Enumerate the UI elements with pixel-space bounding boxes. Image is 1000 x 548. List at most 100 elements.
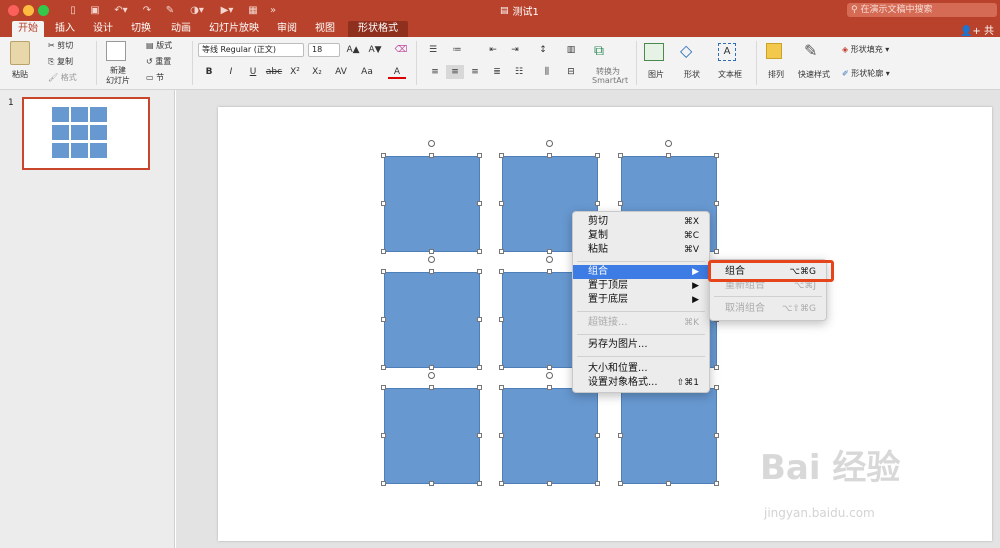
menu-item-send-to-back[interactable]: 置于底层 ▶	[573, 293, 709, 307]
minimize-window-button[interactable]	[23, 5, 34, 16]
shape-button[interactable]: 形状	[684, 69, 700, 80]
shape-outline-button[interactable]: ✐ 形状轮廓 ▾	[842, 68, 890, 79]
cut-button[interactable]: ✂ 剪切	[48, 40, 73, 51]
decrease-font-button[interactable]: A▼	[366, 43, 384, 57]
underline-button[interactable]: U	[244, 65, 262, 79]
resize-handle[interactable]	[595, 481, 600, 486]
text-direction-icon[interactable]: ⫼	[538, 65, 556, 79]
resize-handle[interactable]	[499, 153, 504, 158]
resize-handle[interactable]	[429, 365, 434, 370]
rotate-handle-icon[interactable]	[546, 372, 553, 379]
resize-handle[interactable]	[477, 481, 482, 486]
rectangle-shape[interactable]	[384, 156, 480, 252]
line-spacing-icon[interactable]: ↕	[534, 43, 552, 57]
format-painter-button[interactable]: 🖌 格式	[48, 72, 77, 83]
layout-button[interactable]: ▤ 版式	[146, 40, 172, 51]
resize-handle[interactable]	[714, 433, 719, 438]
tab-insert[interactable]: 插入	[52, 21, 78, 37]
resize-handle[interactable]	[381, 153, 386, 158]
resize-handle[interactable]	[477, 153, 482, 158]
quick-styles-button[interactable]: 快速样式	[798, 69, 830, 80]
resize-handle[interactable]	[477, 201, 482, 206]
resize-handle[interactable]	[381, 201, 386, 206]
resize-handle[interactable]	[595, 201, 600, 206]
tab-review[interactable]: 审阅	[274, 21, 300, 37]
tab-shape-format[interactable]: 形状格式	[348, 21, 408, 37]
rotate-handle-icon[interactable]	[546, 140, 553, 147]
font-name-select[interactable]: 等线 Regular (正文)	[198, 43, 304, 57]
menu-item-group[interactable]: 组合 ▶	[573, 265, 709, 279]
justify-icon[interactable]: ≣	[488, 65, 506, 79]
font-color-button[interactable]: A	[388, 65, 406, 79]
resize-handle[interactable]	[595, 433, 600, 438]
resize-handle[interactable]	[499, 385, 504, 390]
textbox-icon[interactable]: A	[718, 43, 736, 61]
bold-button[interactable]: B	[200, 65, 218, 79]
resize-handle[interactable]	[477, 269, 482, 274]
resize-handle[interactable]	[714, 365, 719, 370]
sidebar-toggle-icon[interactable]: ▯	[66, 3, 80, 17]
resize-handle[interactable]	[618, 153, 623, 158]
resize-handle[interactable]	[381, 365, 386, 370]
menu-item-paste[interactable]: 粘贴 ⌘V	[573, 243, 709, 257]
align-text-icon[interactable]: ⊟	[562, 65, 580, 79]
resize-handle[interactable]	[714, 249, 719, 254]
resize-handle[interactable]	[429, 249, 434, 254]
menu-item-size-position[interactable]: 大小和位置...	[573, 362, 709, 376]
quick-styles-icon[interactable]: ✎	[804, 41, 817, 60]
rectangle-shape[interactable]	[384, 272, 480, 368]
section-button[interactable]: ▭ 节	[146, 72, 164, 83]
resize-handle[interactable]	[666, 153, 671, 158]
tab-transitions[interactable]: 切换	[128, 21, 154, 37]
align-right-icon[interactable]: ≡	[466, 65, 484, 79]
play-icon[interactable]: ▶▾	[216, 3, 238, 17]
resize-handle[interactable]	[477, 385, 482, 390]
strikethrough-button[interactable]: abc	[264, 65, 284, 79]
resize-handle[interactable]	[381, 433, 386, 438]
picture-icon[interactable]	[644, 43, 664, 61]
resize-handle[interactable]	[714, 481, 719, 486]
columns-icon[interactable]: ▥	[562, 43, 580, 57]
increase-font-button[interactable]: A▲	[344, 43, 362, 57]
resize-handle[interactable]	[499, 365, 504, 370]
bullets-icon[interactable]: ☰	[424, 43, 442, 57]
resize-handle[interactable]	[429, 153, 434, 158]
resize-handle[interactable]	[618, 481, 623, 486]
resize-handle[interactable]	[429, 385, 434, 390]
grid-icon[interactable]: ▦	[246, 3, 260, 17]
redo-icon[interactable]: ↷	[140, 3, 154, 17]
resize-handle[interactable]	[547, 385, 552, 390]
more-icon[interactable]: »	[266, 3, 280, 17]
resize-handle[interactable]	[381, 317, 386, 322]
arrange-icon[interactable]	[766, 43, 782, 59]
superscript-button[interactable]: X²	[286, 65, 304, 79]
shape-fill-button[interactable]: ◈ 形状填充 ▾	[842, 44, 889, 55]
align-left-icon[interactable]: ≡	[426, 65, 444, 79]
rotate-handle-icon[interactable]	[546, 256, 553, 263]
menu-item-cut[interactable]: 剪切 ⌘X	[573, 215, 709, 229]
subscript-button[interactable]: X₂	[308, 65, 326, 79]
resize-handle[interactable]	[499, 269, 504, 274]
resize-handle[interactable]	[714, 201, 719, 206]
copy-button[interactable]: ⎘ 复制	[48, 56, 73, 67]
tab-home[interactable]: 开始	[12, 21, 44, 37]
share-button[interactable]: 👤+ 共	[960, 22, 994, 37]
slide-thumbnail[interactable]	[22, 97, 150, 170]
undo-icon[interactable]: ↶▾	[110, 3, 132, 17]
resize-handle[interactable]	[381, 269, 386, 274]
rotate-handle-icon[interactable]	[428, 256, 435, 263]
resize-handle[interactable]	[499, 433, 504, 438]
resize-handle[interactable]	[547, 269, 552, 274]
zoom-window-button[interactable]	[38, 5, 49, 16]
resize-handle[interactable]	[714, 385, 719, 390]
arrange-button[interactable]: 排列	[768, 69, 784, 80]
menu-item-bring-to-front[interactable]: 置于顶层 ▶	[573, 279, 709, 293]
resize-handle[interactable]	[477, 365, 482, 370]
resize-handle[interactable]	[547, 481, 552, 486]
resize-handle[interactable]	[381, 385, 386, 390]
increase-indent-icon[interactable]: ⇥	[506, 43, 524, 57]
resize-handle[interactable]	[714, 153, 719, 158]
resize-handle[interactable]	[666, 481, 671, 486]
smartart-label[interactable]: SmartArt	[592, 76, 628, 85]
rectangle-shape[interactable]	[502, 388, 598, 484]
